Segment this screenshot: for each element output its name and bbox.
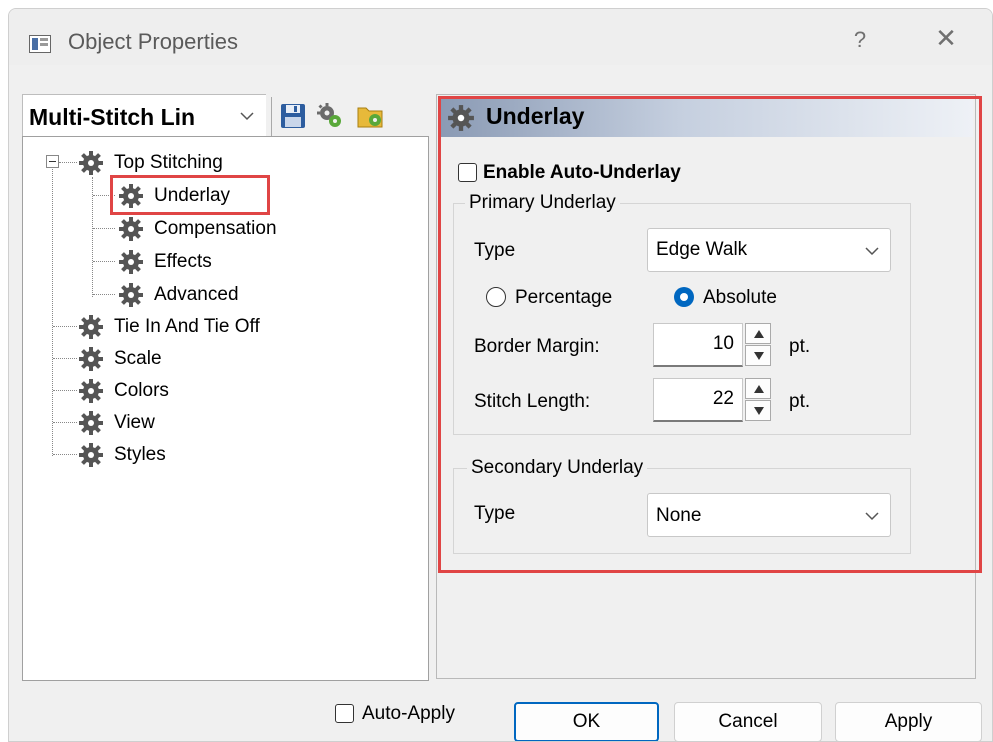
primary-type-label: Type [474,240,516,261]
gear-icon [79,347,103,371]
window-title: Object Properties [68,29,238,54]
tree-line [53,390,77,391]
tree-item-label: Tie In And Tie Off [114,316,260,337]
object-properties-dialog: Object Properties ? ✕ Multi-Stitch Lin T… [8,8,993,742]
secondary-type-value: None [656,505,702,526]
border-margin-value: 10 [712,333,734,354]
triangle-up-icon [754,330,764,338]
secondary-underlay-legend: Secondary Underlay [467,457,648,479]
spin-up-button[interactable] [745,323,771,344]
triangle-down-icon [754,352,764,360]
percentage-radio[interactable] [486,287,506,307]
tree-item-label: Compensation [154,218,277,239]
tree-item-scale[interactable]: Scale [78,345,162,373]
gear-icon [79,443,103,467]
stitch-length-unit: pt. [789,391,811,412]
primary-underlay-legend: Primary Underlay [465,192,620,214]
chevron-down-icon [240,112,254,121]
help-button[interactable]: ? [845,27,875,53]
spin-down-button[interactable] [745,400,771,421]
tree-item-label: Colors [114,380,169,401]
secondary-type-select[interactable]: None [647,493,891,537]
toolbar-separator [271,97,272,137]
chevron-down-icon [865,247,879,256]
percentage-label: Percentage [515,287,613,308]
underlay-settings-panel: Underlay Enable Auto-Underlay Primary Un… [436,94,982,679]
gear-icon [79,151,103,175]
gear-icon [79,411,103,435]
apply-button[interactable]: Apply [835,702,982,741]
auto-apply-checkbox[interactable] [335,704,354,723]
gear-icon [119,250,143,274]
tree-item-label: Top Stitching [114,152,223,173]
save-icon[interactable] [279,102,307,130]
style-combo-value: Multi-Stitch Lin [29,104,196,130]
spin-down-button[interactable] [745,345,771,366]
border-margin-unit: pt. [789,336,811,357]
tree-line [93,294,115,295]
primary-type-value: Edge Walk [656,239,748,260]
gear-icon [119,217,143,241]
tree-item-tie-in-and-tie-off[interactable]: Tie In And Tie Off [78,313,260,341]
border-margin-input[interactable]: 10 [653,323,743,367]
tree-line [53,422,77,423]
tree-item-effects[interactable]: Effects [118,248,212,276]
border-margin-label: Border Margin: [474,336,600,357]
stitch-length-value: 22 [712,388,734,409]
tree-line [53,326,77,327]
tree-line [93,228,115,229]
tree-item-label: Styles [114,444,166,465]
tree-item-view[interactable]: View [78,409,155,437]
primary-type-select[interactable]: Edge Walk [647,228,891,272]
stitch-length-spinner [745,378,771,422]
gear-icon [79,315,103,339]
triangle-down-icon [754,407,764,415]
auto-apply-label: Auto-Apply [362,703,455,724]
tree-line [59,162,77,163]
style-combo-box[interactable]: Multi-Stitch Lin [22,94,266,138]
tree-item-label: Effects [154,251,212,272]
tree-item-label: View [114,412,155,433]
absolute-radio[interactable] [674,287,694,307]
selected-item-highlight [110,175,270,215]
tree-item-label: Scale [114,348,162,369]
settings-tree[interactable]: Top Stitching Underlay Compensation Effe… [22,136,429,681]
tree-item-compensation[interactable]: Compensation [118,215,277,243]
panel-header: Underlay [439,97,973,137]
tree-line [53,358,77,359]
border-margin-spinner [745,323,771,367]
enable-auto-underlay-checkbox[interactable] [458,163,477,182]
gear-icon [119,283,143,307]
tree-line [93,261,115,262]
tree-line [53,454,77,455]
tree-item-label: Advanced [154,284,239,305]
settings-gears-icon[interactable] [316,102,344,130]
close-button[interactable]: ✕ [931,23,961,54]
title-bar: Object Properties ? ✕ [9,9,992,65]
tree-item-advanced[interactable]: Advanced [118,281,239,309]
tree-line [52,167,53,456]
tree-collapse-toggle[interactable] [46,155,59,168]
panel-title: Underlay [486,103,585,129]
triangle-up-icon [754,385,764,393]
load-settings-icon[interactable] [356,102,384,130]
cancel-button[interactable]: Cancel [674,702,822,741]
ok-button[interactable]: OK [514,702,659,741]
window-app-icon [29,35,51,53]
gear-icon [448,105,474,131]
secondary-type-label: Type [474,503,516,524]
spin-up-button[interactable] [745,378,771,399]
gear-icon [79,379,103,403]
stitch-length-label: Stitch Length: [474,391,591,412]
tree-item-styles[interactable]: Styles [78,441,166,469]
tree-item-colors[interactable]: Colors [78,377,169,405]
absolute-label: Absolute [703,287,777,308]
tree-item-top-stitching[interactable]: Top Stitching [78,149,223,177]
chevron-down-icon [865,512,879,521]
stitch-length-input[interactable]: 22 [653,378,743,422]
enable-auto-underlay-label: Enable Auto-Underlay [483,162,681,183]
